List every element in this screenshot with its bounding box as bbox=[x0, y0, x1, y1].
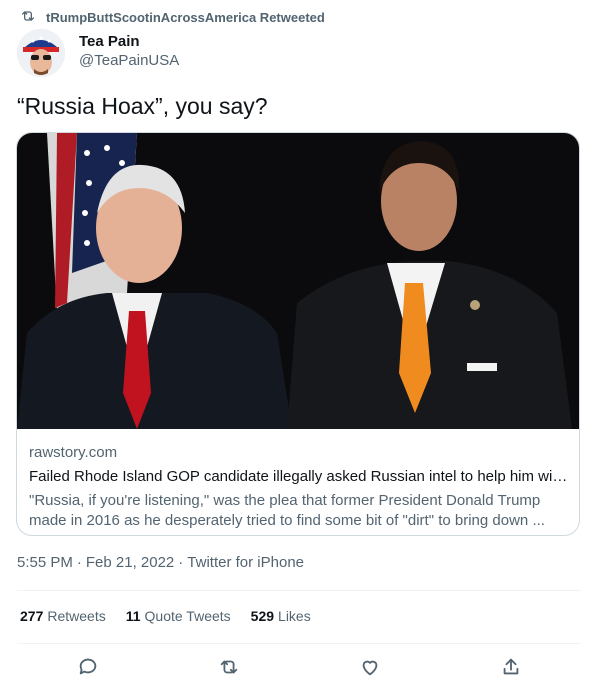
quote-tweets-stat[interactable]: 11 Quote Tweets bbox=[126, 608, 231, 624]
link-card[interactable]: rawstory.com Failed Rhode Island GOP can… bbox=[16, 132, 580, 536]
tweet-stats: 277 Retweets 11 Quote Tweets 529 Likes bbox=[20, 608, 311, 624]
retweet-banner[interactable]: tRumpButtScootinAcrossAmerica Retweeted bbox=[20, 8, 325, 27]
link-card-title: Failed Rhode Island GOP candidate illega… bbox=[29, 468, 569, 485]
meta-separator: · bbox=[178, 554, 184, 571]
tweet-text: “Russia Hoax”, you say? bbox=[17, 93, 268, 119]
reply-button[interactable] bbox=[77, 656, 99, 678]
likes-stat[interactable]: 529 Likes bbox=[251, 608, 311, 624]
divider bbox=[17, 590, 581, 591]
share-icon bbox=[500, 658, 522, 682]
meta-separator: · bbox=[76, 554, 82, 571]
retweets-stat[interactable]: 277 Retweets bbox=[20, 608, 106, 624]
tweet-actions bbox=[0, 650, 598, 686]
retweet-button[interactable] bbox=[218, 656, 240, 678]
tweet-author[interactable]: Tea Pain @TeaPainUSA bbox=[17, 29, 179, 77]
tweet-time[interactable]: 5:55 PM bbox=[17, 554, 73, 571]
reply-icon bbox=[77, 658, 99, 682]
author-handle[interactable]: @TeaPainUSA bbox=[79, 51, 179, 71]
like-icon bbox=[359, 660, 381, 682]
tweet-meta: 5:55 PM · Feb 21, 2022 · Twitter for iPh… bbox=[17, 554, 304, 571]
retweets-label: Retweets bbox=[47, 608, 106, 624]
like-button[interactable] bbox=[359, 656, 381, 678]
author-name[interactable]: Tea Pain bbox=[79, 33, 179, 51]
quotes-count: 11 bbox=[125, 608, 141, 624]
retweet-icon bbox=[218, 660, 240, 682]
tweet-source[interactable]: Twitter for iPhone bbox=[187, 554, 304, 571]
link-card-image bbox=[17, 133, 579, 429]
link-card-description: "Russia, if you're listening," was the p… bbox=[29, 492, 545, 529]
share-button[interactable] bbox=[500, 656, 522, 678]
retweet-icon bbox=[20, 8, 36, 27]
retweet-banner-text: tRumpButtScootinAcrossAmerica Retweeted bbox=[46, 10, 325, 25]
retweets-count: 277 bbox=[20, 608, 44, 624]
quotes-label: Quote Tweets bbox=[144, 608, 231, 624]
likes-count: 529 bbox=[250, 608, 275, 624]
likes-label: Likes bbox=[278, 608, 311, 624]
link-card-domain: rawstory.com bbox=[29, 444, 118, 461]
tweet-date[interactable]: Feb 21, 2022 bbox=[86, 554, 174, 571]
avatar[interactable] bbox=[17, 29, 65, 77]
divider bbox=[17, 643, 581, 644]
